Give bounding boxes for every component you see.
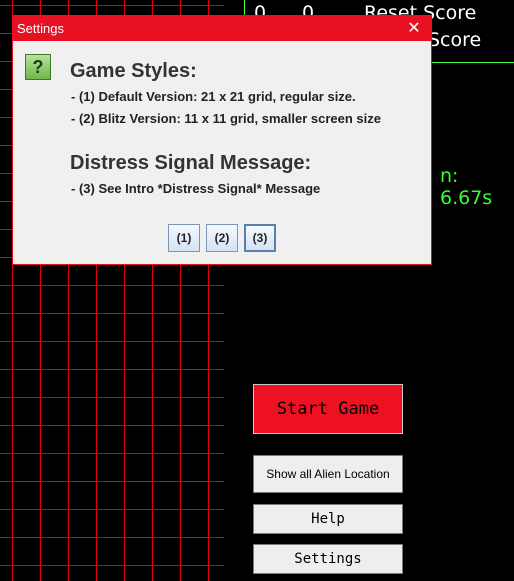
option-1-button[interactable]: (1) bbox=[168, 224, 200, 252]
score-label: Score bbox=[428, 29, 482, 51]
question-icon: ? bbox=[25, 54, 51, 80]
close-icon[interactable]: ✕ bbox=[397, 16, 431, 41]
start-game-button[interactable]: Start Game bbox=[253, 384, 403, 434]
distress-signal-heading: Distress Signal Message: bbox=[70, 152, 312, 174]
timer-text: n: 6.67s bbox=[440, 165, 493, 209]
settings-button[interactable]: Settings bbox=[253, 544, 403, 574]
show-aliens-button[interactable]: Show all Alien Location bbox=[253, 455, 403, 493]
dialog-titlebar[interactable]: Settings ✕ bbox=[13, 16, 431, 41]
help-button[interactable]: Help bbox=[253, 504, 403, 534]
option-3-button[interactable]: (3) bbox=[244, 224, 276, 252]
dialog-title: Settings bbox=[17, 21, 64, 36]
settings-dialog: Settings ✕ ? Game Styles: - (1) Default … bbox=[12, 15, 432, 265]
option-1-description: - (1) Default Version: 21 x 21 grid, reg… bbox=[71, 89, 356, 104]
option-2-button[interactable]: (2) bbox=[206, 224, 238, 252]
option-2-description: - (2) Blitz Version: 11 x 11 grid, small… bbox=[71, 111, 381, 126]
option-3-description: - (3) See Intro *Distress Signal* Messag… bbox=[71, 181, 321, 196]
game-styles-heading: Game Styles: bbox=[70, 60, 197, 82]
